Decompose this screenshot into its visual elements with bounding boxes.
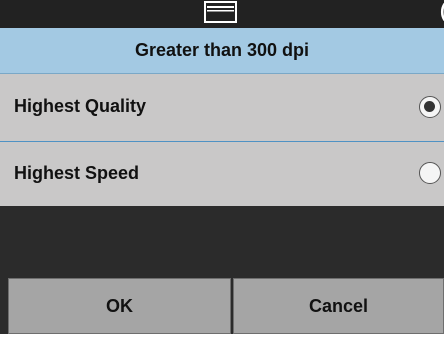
scanner-panel: ( Greater than 300 dpi Highest Quality H… bbox=[0, 0, 444, 334]
dialog-title-bar: Greater than 300 dpi bbox=[0, 28, 444, 74]
button-bar: OK Cancel bbox=[0, 276, 444, 334]
radio-button-selected[interactable] bbox=[419, 96, 441, 118]
empty-area bbox=[0, 206, 444, 276]
ok-button[interactable]: OK bbox=[8, 278, 231, 334]
radio-dot-icon bbox=[424, 101, 435, 112]
option-highest-quality[interactable]: Highest Quality bbox=[0, 74, 444, 141]
dialog-title: Greater than 300 dpi bbox=[134, 40, 310, 60]
option-label: Highest Speed bbox=[14, 163, 140, 183]
screen: ( Greater than 300 dpi Highest Quality H… bbox=[0, 0, 448, 338]
status-bar: ( bbox=[0, 0, 444, 28]
radio-button-unselected[interactable] bbox=[419, 162, 441, 184]
option-label: Highest Quality bbox=[14, 96, 147, 116]
scanner-icon bbox=[204, 1, 237, 23]
cancel-button[interactable]: Cancel bbox=[233, 278, 444, 334]
status-edge-glyph: ( bbox=[440, 1, 444, 23]
option-highest-speed[interactable]: Highest Speed bbox=[0, 142, 444, 206]
